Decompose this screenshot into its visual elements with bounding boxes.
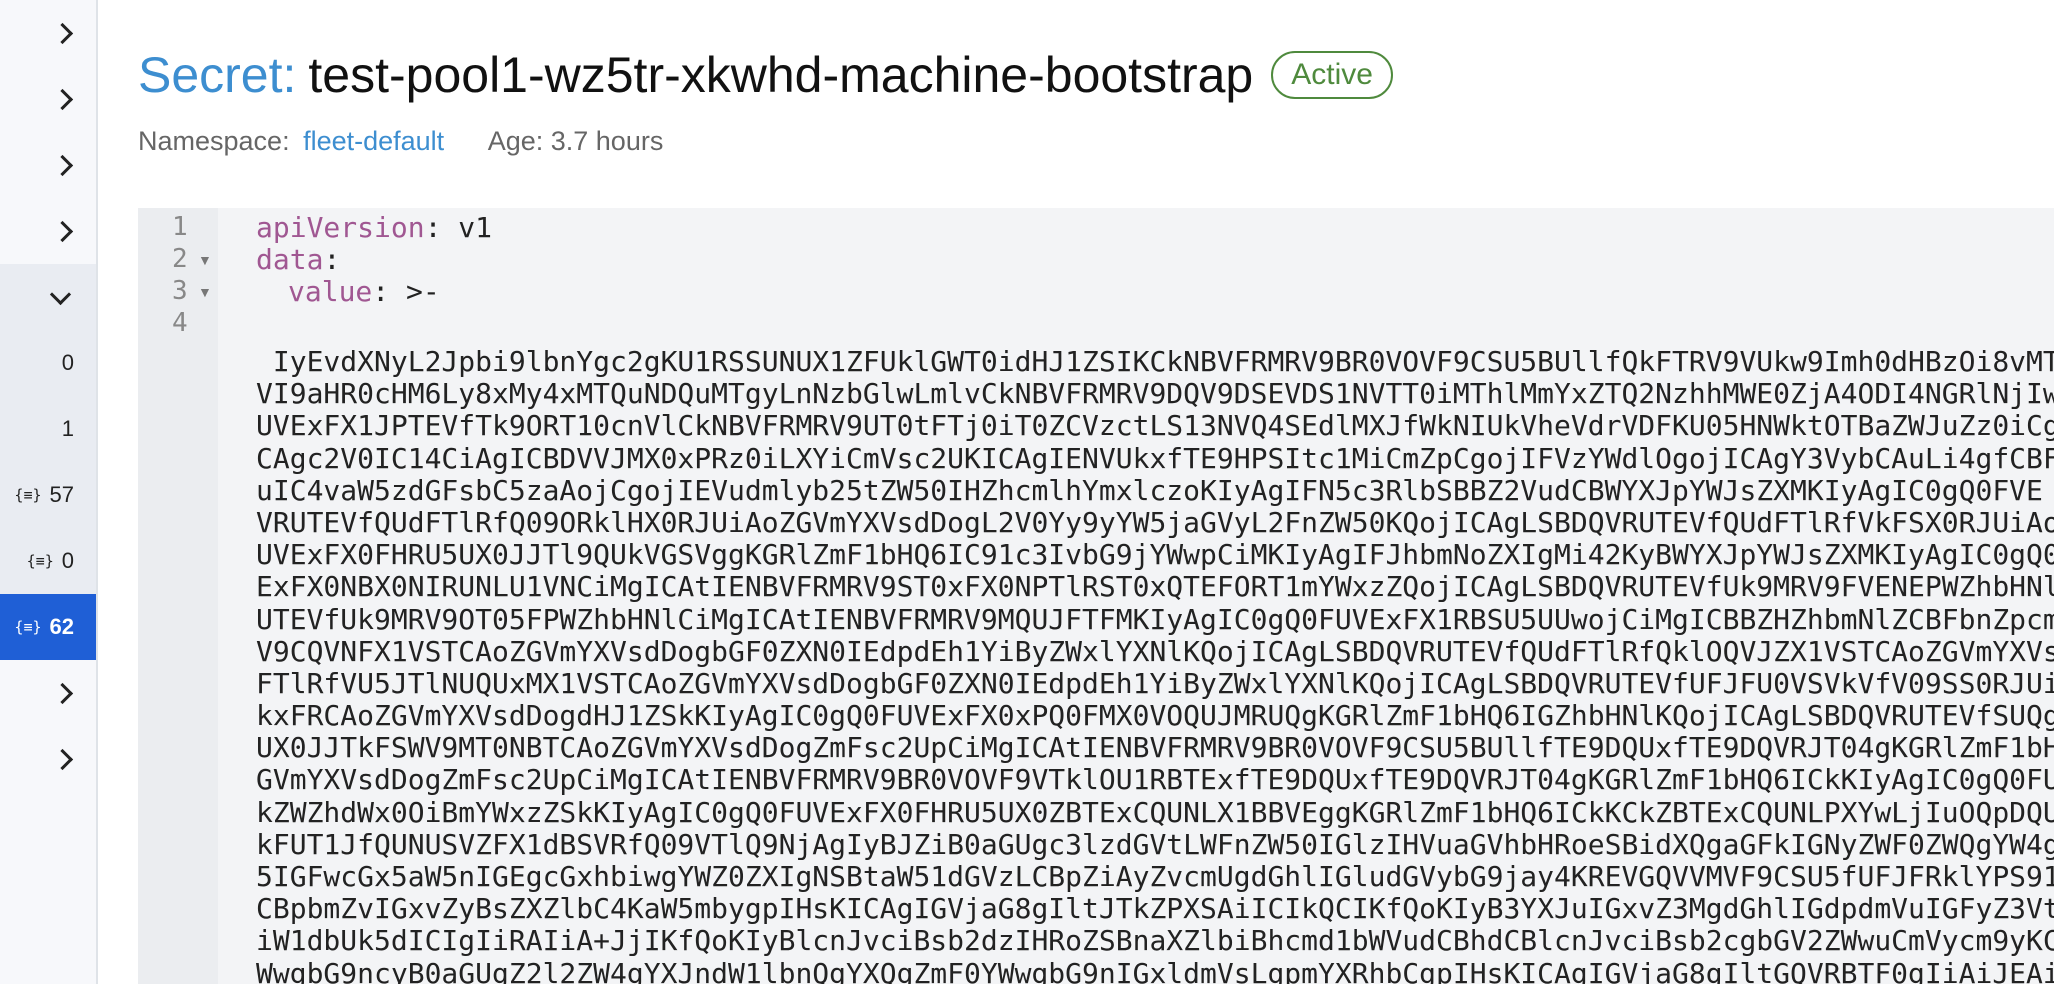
line-number: 4 — [172, 308, 188, 338]
line-number: 3 — [172, 276, 188, 306]
fold-arrow-icon[interactable]: ▼ — [198, 284, 212, 300]
resource-count: 62 — [49, 614, 74, 639]
blob-line: UX0JJTkFSWV9MT0NBTCAoZGVmYXVsdDogZmFsc2U… — [256, 731, 2054, 765]
code-line: value: >- — [288, 275, 440, 308]
code-line: apiVersion: v1 — [256, 211, 493, 244]
blob-line: VI9aHR0cHM6Ly8xMy4xMTQuNDQuMTgyLnNzbGlwL… — [256, 377, 2054, 411]
resource-count: 0 — [61, 548, 74, 573]
status-badge: Active — [1271, 51, 1393, 99]
chevron-right-icon — [51, 154, 74, 176]
nav-resource-item[interactable]: 1 — [0, 396, 96, 462]
age-label: Age: 3.7 hours — [487, 126, 664, 156]
blob-line: ExFX0NBX0NIRUNLU1VNCiMgICAtIENBVFRMRV9ST… — [256, 570, 2054, 604]
side-nav: 0 1 {≡} 57 {≡} 0 {≡} 62 — [0, 0, 98, 984]
nav-expand-toggle[interactable] — [0, 726, 96, 792]
chevron-right-icon — [51, 22, 74, 44]
code-line: data: — [256, 243, 341, 276]
blob-line: kxFRCAoZGVmYXVsdDogdHJ1ZSkKIyAgIC0gQ0FUV… — [256, 699, 2054, 733]
blob-line: GVmYXVsdDogZmFsc2UpCiMgICAtIENBVFRMRV9BR… — [256, 763, 2054, 797]
nav-expand-toggle[interactable] — [0, 66, 96, 132]
yaml-editor[interactable]: 1 2 3 4 ▼ ▼ apiVersion: v1 data: value: … — [138, 208, 2054, 984]
chevron-right-icon — [51, 88, 74, 110]
blob-line: CAgc2V0IC14CiAgICBDVVJMX0xPRz0iLXYiCmVsc… — [256, 441, 2054, 475]
namespaced-icon: {≡} — [14, 618, 42, 636]
blob-line: CBpbmZvIGxvZyBsZXZlbC4KaW5mbygpIHsKICAgI… — [256, 892, 2054, 926]
namespaced-icon: {≡} — [26, 552, 54, 570]
chevron-right-icon — [51, 748, 74, 770]
namespace-link[interactable]: fleet-default — [303, 126, 444, 156]
resource-count: 57 — [49, 482, 74, 507]
chevron-down-icon — [49, 283, 72, 305]
nav-expand-toggle[interactable] — [0, 198, 96, 264]
resource-meta: Namespace: fleet-default Age: 3.7 hours — [138, 126, 663, 157]
chevron-right-icon — [51, 682, 74, 704]
blob-line: V9CQVNFX1VSTCAoZGVmYXVsdDogbGF0ZXN0IEdpd… — [256, 634, 2054, 668]
blob-line: uIC4vaW5zdGFsbC5zaAojCgojIEVudmlyb25tZW5… — [256, 473, 2043, 507]
blob-line: kFUT1JfQUNUSVZFX1dBSVRfQ09VTlQ9NjAgIyBJZ… — [256, 827, 2054, 861]
nav-resource-item[interactable]: {≡} 57 — [0, 462, 96, 528]
nav-expand-toggle[interactable] — [0, 0, 96, 66]
resource-type-label: Secret: — [138, 47, 297, 103]
blob-line: IyEvdXNyL2Jpbi9lbnYgc2gKU1RSSUNUX1ZFUklG… — [256, 345, 2054, 378]
resource-count: 0 — [61, 350, 74, 375]
blob-line: WwgbG9ncyB0aGUgZ2l2ZW4gYXJndW1lbnQgYXQgZ… — [256, 956, 2054, 984]
blob-line: iW1dbUk5dICIgIiRAIiA+JjIKfQoKIyBlcnJvciB… — [256, 924, 2054, 958]
fold-arrow-icon[interactable]: ▼ — [198, 252, 212, 268]
nav-resource-item[interactable]: 0 — [0, 330, 96, 396]
blob-line: UVExFX1JPTEVfTk9ORT10cnVlCkNBVFRMRV9UT0t… — [256, 409, 2054, 443]
chevron-right-icon — [51, 220, 74, 242]
blob-line: VRUTEVfQUdFTlRfQ09ORklHX0RJUiAoZGVmYXVsd… — [256, 505, 2054, 539]
blob-line: 5IGFwcGx5aW5nIGEgcGxhbiwgYWZ0ZXIgNSBtaW5… — [256, 860, 2054, 893]
blob-line: FTlRfVU5JTlNUQUxMX1VSTCAoZGVmYXVsdDogbGF… — [256, 666, 2054, 700]
namespaced-icon: {≡} — [14, 486, 42, 504]
nav-collapse-toggle[interactable] — [0, 264, 96, 330]
blob-line: UTEVfUk9MRV9OT05FPWZhbHNlCiMgICAtIENBVFR… — [256, 602, 2054, 636]
nav-expand-toggle[interactable] — [0, 660, 96, 726]
namespace-label: Namespace: — [138, 126, 290, 156]
blob-line: kZWZhdWx0OiBmYWxzZSkKIyAgIC0gQ0FUVExFX0F… — [256, 795, 2054, 829]
page-title: Secret: test-pool1-wz5tr-xkwhd-machine-b… — [138, 46, 1393, 104]
resource-count: 1 — [61, 416, 74, 441]
nav-expand-toggle[interactable] — [0, 132, 96, 198]
line-number: 2 — [172, 244, 188, 274]
secret-value-blob: IyEvdXNyL2Jpbi9lbnYgc2gKU1RSSUNUX1ZFUklG… — [256, 345, 2054, 984]
line-number: 1 — [172, 212, 188, 242]
resource-name: test-pool1-wz5tr-xkwhd-machine-bootstrap — [308, 47, 1254, 103]
blob-line: UVExFX0FHRU5UX0JJTl9QUkVGSVggKGRlZmF1bHQ… — [256, 538, 2054, 572]
nav-resource-item[interactable]: {≡} 0 — [0, 528, 96, 594]
nav-resource-item-secrets[interactable]: {≡} 62 — [0, 594, 96, 660]
